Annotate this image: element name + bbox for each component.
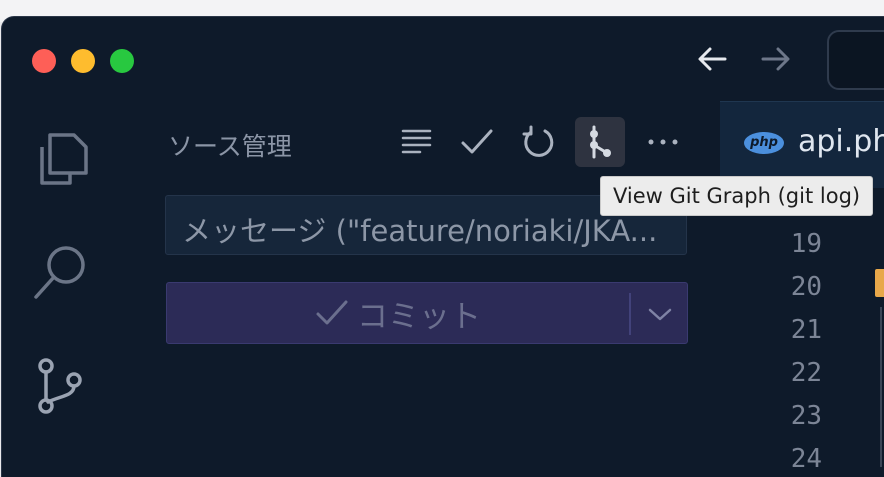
check-icon: [316, 300, 348, 325]
zoom-window-button[interactable]: [110, 49, 134, 73]
commit-button[interactable]: コミット: [166, 282, 688, 344]
vscode-window: ソース管理 メッセージ ("feature/noriaki/JKA... コミッ…: [2, 17, 884, 477]
command-center[interactable]: [827, 30, 884, 90]
view-as-tree-button[interactable]: [392, 117, 442, 167]
chevron-down-icon: [648, 308, 672, 321]
commit-main-action[interactable]: コミット: [167, 283, 629, 343]
navigate-forward-button[interactable]: [757, 41, 793, 77]
editor-tab-api-php[interactable]: php api.ph: [720, 101, 884, 188]
more-icon: [648, 139, 678, 145]
window-controls: [32, 49, 134, 73]
indent-guide: [880, 307, 882, 467]
refresh-icon: [522, 125, 554, 157]
minimize-window-button[interactable]: [71, 49, 95, 73]
line-number: 22: [790, 358, 822, 388]
commit-check-icon: [461, 129, 493, 154]
commit-toolbar-button[interactable]: [452, 117, 502, 167]
php-file-icon: php: [744, 132, 784, 154]
close-window-button[interactable]: [32, 49, 56, 73]
more-actions-button[interactable]: [638, 117, 688, 167]
activity-explorer[interactable]: [30, 125, 94, 189]
git-graph-icon: [590, 125, 611, 159]
source-control-icon: [38, 358, 82, 414]
commit-button-divider: [629, 293, 631, 335]
line-number: 24: [790, 444, 822, 474]
commit-button-label: コミット: [357, 298, 481, 335]
files-icon: [40, 133, 88, 185]
line-number: 23: [790, 401, 822, 431]
arrow-right-icon: [761, 47, 790, 71]
arrow-left-icon: [698, 47, 727, 71]
view-git-graph-button[interactable]: [575, 117, 625, 167]
search-icon: [34, 246, 85, 299]
activity-source-control[interactable]: [30, 352, 94, 416]
commit-options-dropdown[interactable]: [643, 297, 677, 331]
scm-title: ソース管理: [168, 132, 292, 161]
activity-search[interactable]: [30, 239, 94, 303]
tab-label: api.ph: [798, 124, 884, 159]
view-as-tree-icon: [401, 129, 432, 154]
line-number: 21: [790, 315, 822, 345]
code-token: [875, 269, 884, 297]
git-graph-tooltip: View Git Graph (git log): [600, 176, 874, 216]
line-number: 19: [790, 229, 822, 259]
navigate-back-button[interactable]: [695, 41, 731, 77]
line-number: 20: [790, 272, 822, 302]
refresh-button[interactable]: [513, 117, 563, 167]
